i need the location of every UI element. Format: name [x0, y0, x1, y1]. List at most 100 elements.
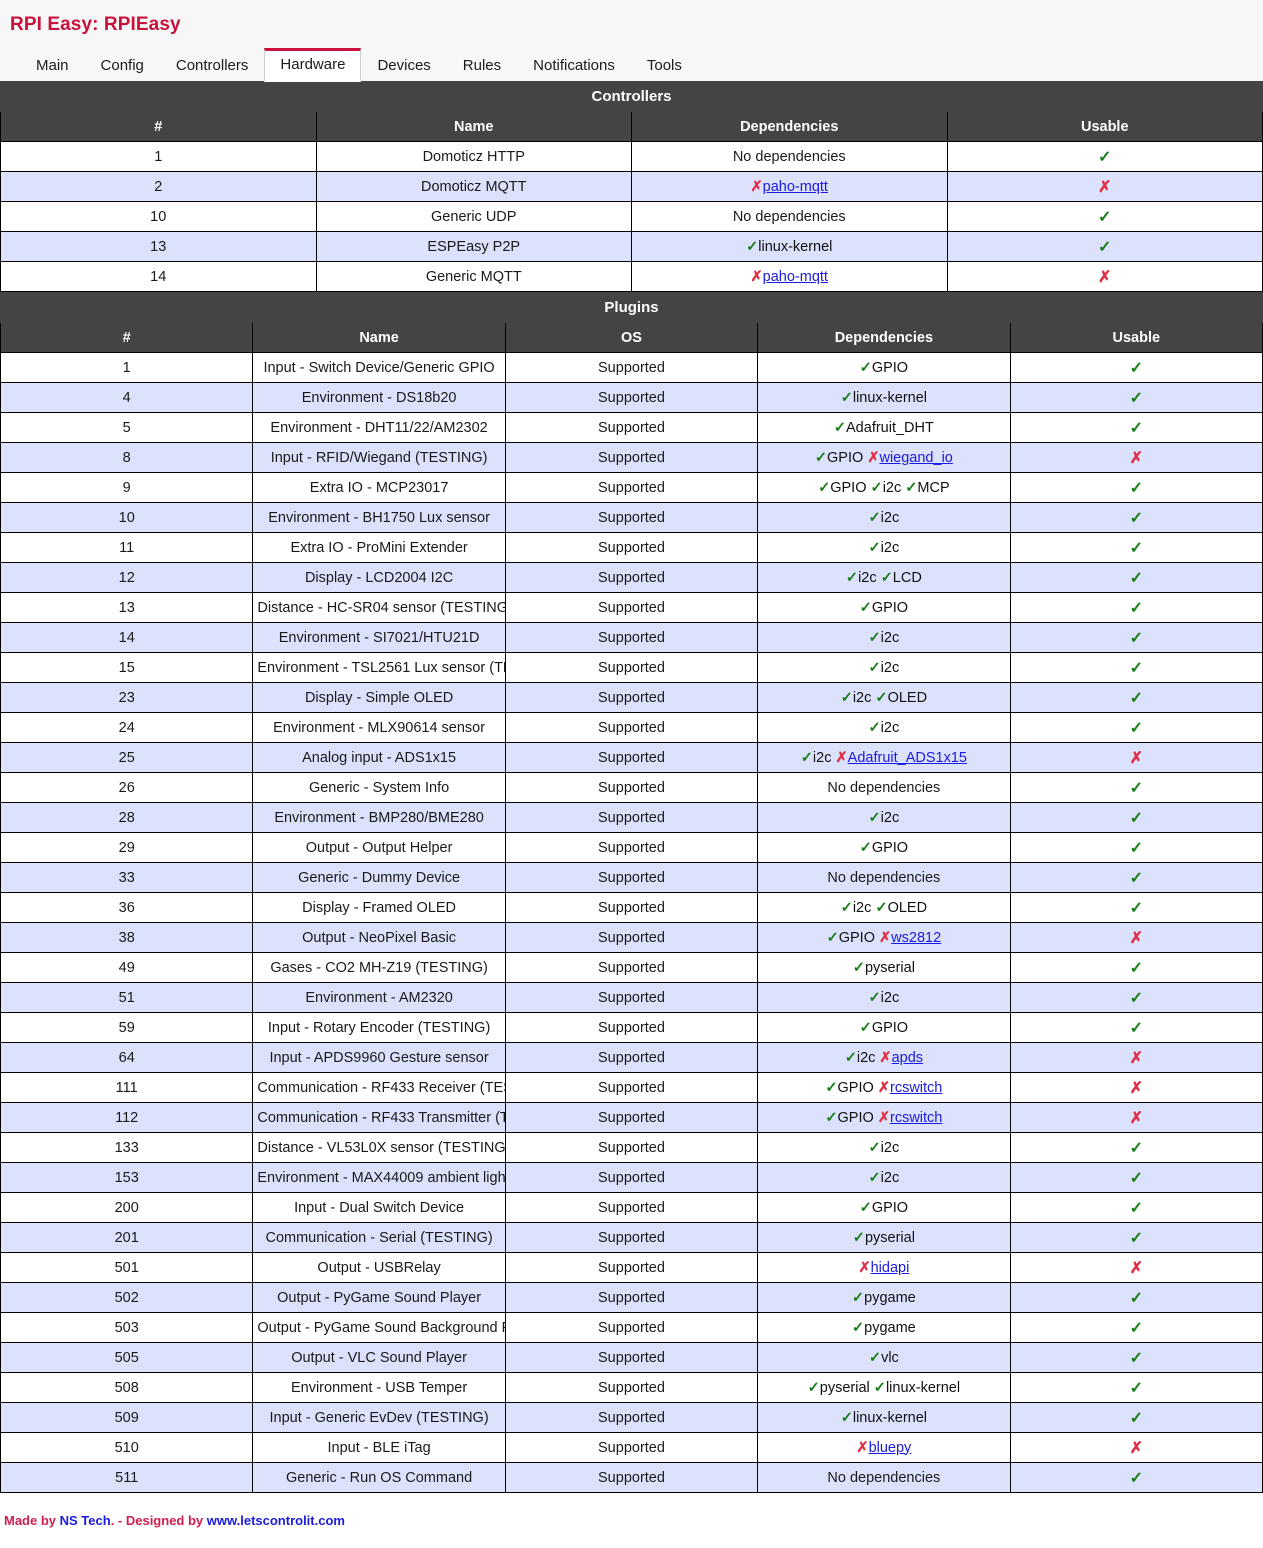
tab-rules[interactable]: Rules: [447, 49, 517, 82]
plugin-name: Display - Simple OLED: [252, 682, 506, 713]
plugin-os: Supported: [504, 922, 759, 953]
controllers-table: Controllers # Name Dependencies Usable 1 Domot…: [0, 81, 1263, 292]
check-icon: ✓: [1129, 539, 1143, 557]
plugin-number: 508: [0, 1372, 254, 1403]
tab-tools[interactable]: Tools: [631, 49, 698, 82]
plugin-name: Output - PyGame Sound Background Player: [252, 1312, 506, 1343]
tab-label: Controllers: [175, 57, 249, 74]
dependency-link[interactable]: bluepy: [869, 1440, 912, 1456]
usable-cell: ✗: [946, 171, 1263, 202]
dependencies-cell: ✓i2c: [757, 532, 1011, 563]
plugin-number: 200: [0, 1192, 254, 1223]
usable-cell: ✓: [1009, 682, 1263, 713]
tab-config[interactable]: Config: [85, 49, 160, 82]
plugin-name: Environment - SI7021/HTU21D: [252, 622, 506, 653]
plugin-number: 133: [0, 1132, 254, 1163]
dependency-link[interactable]: paho-mqtt: [763, 269, 828, 285]
usable-cell: ✓: [1009, 352, 1263, 383]
controller-row: 13 ESPEasy P2P ✓linux-kernel ✓: [0, 231, 1263, 262]
plugin-name: Gases - CO2 MH-Z19 (TESTING): [252, 952, 506, 983]
plugin-os: Supported: [504, 502, 759, 533]
usable-cell: ✓: [1009, 502, 1263, 533]
tab-controllers[interactable]: Controllers: [160, 49, 265, 82]
dependency-text: i2c: [812, 749, 832, 766]
usable-cell: ✓: [1009, 1342, 1263, 1373]
check-icon: ✓: [1098, 208, 1112, 226]
check-icon: ✓: [1129, 989, 1143, 1007]
dependency-text: i2c: [856, 1049, 876, 1066]
dependencies-cell: ✓i2c: [757, 982, 1011, 1013]
plugin-os: Supported: [504, 982, 759, 1013]
plugin-os: Supported: [504, 382, 759, 413]
cross-icon: ✗: [1129, 1079, 1143, 1097]
plugin-row: 26 Generic - System Info Supported No depen…: [0, 772, 1263, 803]
dependencies-cell: ✓i2c ✓OLED: [757, 892, 1011, 923]
plugin-name: Communication - Serial (TESTING): [252, 1222, 506, 1253]
plugin-number: 505: [0, 1342, 254, 1373]
plugin-row: 36 Display - Framed OLED Supported ✓i2c ✓OL…: [0, 892, 1263, 923]
dependency-text: GPIO: [837, 1109, 874, 1126]
dependency-text: No dependencies: [827, 1469, 941, 1486]
tab-hardware[interactable]: Hardware: [264, 48, 362, 82]
plugin-os: Supported: [504, 682, 759, 713]
dependency-link[interactable]: ws2812: [891, 930, 941, 946]
cross-icon: ✗: [1129, 1109, 1143, 1127]
check-icon: ✓: [1129, 689, 1143, 707]
plugin-name: Environment - BH1750 Lux sensor: [252, 502, 506, 533]
plugin-name: Environment - MLX90614 sensor: [252, 712, 506, 743]
check-icon: ✓: [859, 1199, 872, 1216]
plugin-os: Supported: [504, 1312, 759, 1343]
plugins-table: Plugins # Name OS Dependencies Usable 1 Input -…: [0, 292, 1263, 1493]
check-icon: ✓: [875, 899, 888, 916]
usable-cell: ✗: [1009, 922, 1263, 953]
plugin-number: 9: [0, 472, 254, 503]
check-icon: ✓: [746, 238, 759, 255]
check-icon: ✓: [851, 1289, 865, 1306]
plugin-row: 505 Output - VLC Sound Player Supported ✓vl…: [0, 1342, 1263, 1373]
plugins-col-os: OS: [504, 322, 759, 353]
footer-site-link[interactable]: www.letscontrolit.com: [207, 1513, 345, 1528]
usable-cell: ✓: [1009, 712, 1263, 743]
plugin-number: 11: [0, 532, 254, 563]
dependency-link[interactable]: rcswitch: [890, 1080, 942, 1096]
dependency-link[interactable]: Adafruit_ADS1x15: [848, 750, 967, 766]
plugin-name: Input - APDS9960 Gesture sensor: [252, 1042, 506, 1073]
plugin-name: Display - Framed OLED: [252, 892, 506, 923]
cross-icon: ✗: [858, 1259, 871, 1276]
dependency-link[interactable]: wiegand_io: [879, 450, 952, 466]
check-icon: ✓: [870, 479, 883, 496]
usable-cell: ✓: [1009, 982, 1263, 1013]
plugin-number: 112: [0, 1102, 254, 1133]
tab-devices[interactable]: Devices: [361, 49, 446, 82]
tab-main[interactable]: Main: [20, 49, 85, 82]
plugin-number: 14: [0, 622, 254, 653]
plugin-os: Supported: [504, 1372, 759, 1403]
check-icon: ✓: [880, 569, 893, 586]
usable-cell: ✓: [1009, 652, 1263, 683]
dependency-link[interactable]: hidapi: [871, 1260, 910, 1276]
plugin-os: Supported: [504, 1042, 759, 1073]
dependencies-cell: ✓GPIO ✓i2c ✓MCP: [757, 472, 1011, 503]
plugin-row: 112Communication - RF433 Transmitter (TE…: [0, 1102, 1263, 1133]
dependencies-cell: ✓linux-kernel: [757, 1402, 1011, 1433]
check-icon: ✓: [1129, 599, 1143, 617]
plugin-number: 153: [0, 1162, 254, 1193]
plugin-name: Distance - HC-SR04 sensor (TESTING): [252, 592, 506, 623]
usable-cell: ✓: [1009, 382, 1263, 413]
plugin-row: 12 Display - LCD2004 I2C Supported ✓i2c ✓LC…: [0, 562, 1263, 593]
dependencies-cell: ✓i2c ✓LCD: [757, 562, 1011, 593]
tab-notifications[interactable]: Notifications: [517, 49, 631, 82]
usable-cell: ✓: [1009, 1462, 1263, 1493]
dependency-link[interactable]: paho-mqtt: [763, 179, 828, 195]
plugin-name: Environment - AM2320: [252, 982, 506, 1013]
dependency-link[interactable]: rcswitch: [890, 1110, 942, 1126]
plugin-number: 503: [0, 1312, 254, 1343]
plugin-name: Output - NeoPixel Basic: [252, 922, 506, 953]
plugin-row: 33 Generic - Dummy Device Supported No depe…: [0, 862, 1263, 893]
plugin-os: Supported: [504, 1132, 759, 1163]
check-icon: ✓: [1129, 719, 1143, 737]
tab-label: Config: [100, 57, 144, 74]
plugin-row: 502 Output - PyGame Sound Player Supported…: [0, 1282, 1263, 1313]
dependency-link[interactable]: apds: [892, 1050, 923, 1066]
check-icon: ✓: [840, 1409, 853, 1426]
